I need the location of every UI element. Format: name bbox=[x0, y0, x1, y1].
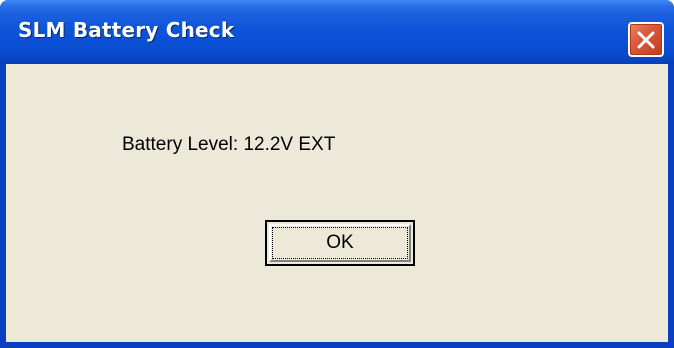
ok-button-label: OK bbox=[326, 232, 354, 253]
close-button[interactable] bbox=[628, 22, 664, 57]
window-title: SLM Battery Check bbox=[18, 18, 235, 42]
dialog-body: Battery Level: 12.2V EXT OK bbox=[6, 64, 668, 342]
dialog-window: SLM Battery Check Battery Level: 12.2V E… bbox=[0, 0, 674, 348]
battery-level-message: Battery Level: 12.2V EXT bbox=[122, 134, 336, 155]
title-bar[interactable]: SLM Battery Check bbox=[0, 0, 674, 64]
ok-button[interactable]: OK bbox=[265, 220, 415, 266]
ok-button-focus: OK bbox=[272, 227, 408, 259]
close-icon bbox=[637, 31, 655, 49]
